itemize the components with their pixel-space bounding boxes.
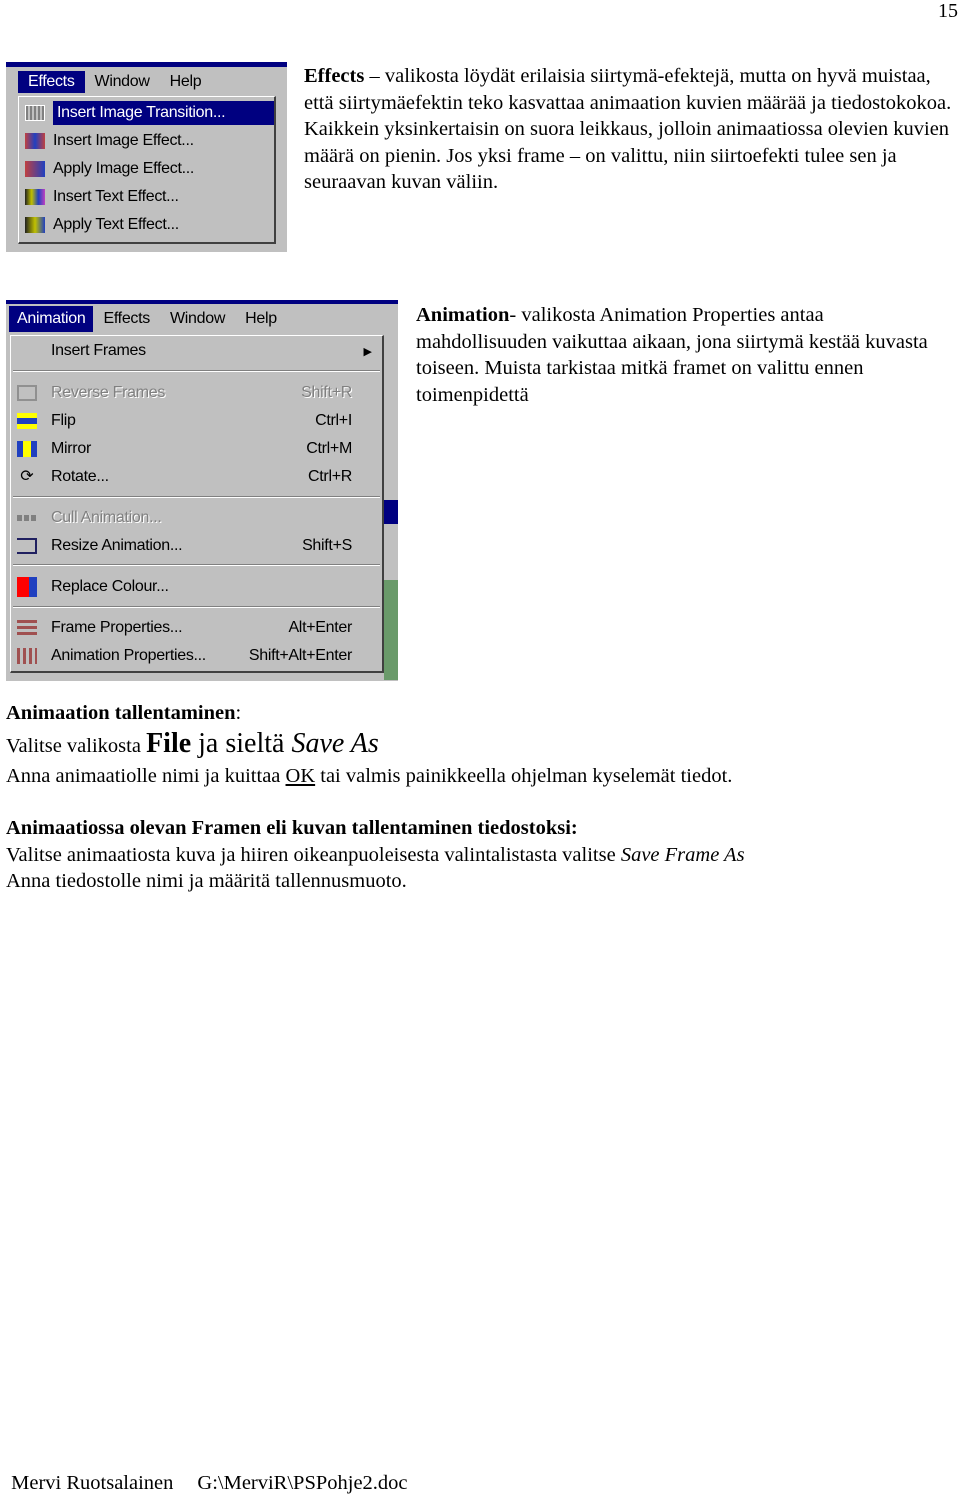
submenu-arrow-icon: ▶ bbox=[363, 345, 372, 358]
footer-author: Mervi Ruotsalainen bbox=[11, 1472, 174, 1494]
menu-help[interactable]: Help bbox=[235, 308, 287, 330]
menu-item-animation-properties[interactable]: Animation Properties... Shift+Alt+Enter bbox=[11, 642, 382, 670]
text-effect-icon bbox=[25, 189, 45, 205]
menu-item-replace-colour[interactable]: Replace Colour... bbox=[11, 573, 382, 601]
animation-properties-icon bbox=[17, 648, 37, 664]
animation-paragraph: Animation- valikosta Animation Propertie… bbox=[416, 304, 928, 406]
menu-effects[interactable]: Effects bbox=[18, 71, 85, 93]
menu-animation[interactable]: Animation bbox=[9, 306, 94, 332]
menu-help[interactable]: Help bbox=[160, 71, 212, 93]
rotate-icon: ⟳ bbox=[20, 468, 34, 485]
menu-item-frame-properties[interactable]: Frame Properties... Alt+Enter bbox=[11, 614, 382, 642]
menu-item-rotate[interactable]: ⟳ Rotate... Ctrl+R bbox=[11, 463, 382, 491]
menu-item-insert-text-effect[interactable]: Insert Text Effect... bbox=[19, 183, 274, 211]
save-section: Animaation tallentaminen: Valitse valiko… bbox=[6, 702, 733, 787]
effects-dropdown: Insert Image Transition... Insert Image … bbox=[18, 96, 276, 244]
save-heading: Animaation tallentaminen bbox=[6, 702, 236, 724]
flip-icon bbox=[17, 413, 37, 429]
frame-save-heading: Animaatiossa olevan Framen eli kuvan tal… bbox=[6, 817, 578, 839]
menu-item-mirror[interactable]: Mirror Ctrl+M bbox=[11, 435, 382, 463]
footer-path: G:\MerviR\PSPohje2.doc bbox=[197, 1472, 408, 1494]
menu-window[interactable]: Window bbox=[160, 308, 235, 330]
page-number: 15 bbox=[938, 0, 958, 22]
menu-item-insert-image-transition[interactable]: Insert Image Transition... bbox=[19, 99, 274, 127]
mirror-icon bbox=[17, 441, 37, 457]
reverse-frames-icon bbox=[17, 385, 37, 401]
menu-item-insert-frames[interactable]: Insert Frames ▶ bbox=[11, 337, 382, 365]
replace-colour-icon bbox=[17, 577, 37, 597]
menu-item-reverse-frames[interactable]: Reverse Frames Shift+R bbox=[11, 379, 382, 407]
effects-paragraph: Effects – valikosta löydät erilaisia sii… bbox=[304, 65, 952, 193]
menu-item-apply-text-effect[interactable]: Apply Text Effect... bbox=[19, 211, 274, 239]
apply-image-effect-icon bbox=[25, 161, 45, 177]
menu-item-insert-image-effect[interactable]: Insert Image Effect... bbox=[19, 127, 274, 155]
animation-dropdown: Insert Frames ▶ Reverse Frames Shift+R Fli… bbox=[10, 335, 384, 673]
menu-item-apply-image-effect[interactable]: Apply Image Effect... bbox=[19, 155, 274, 183]
image-effect-icon bbox=[25, 133, 45, 149]
menu-effects[interactable]: Effects bbox=[93, 308, 160, 330]
menu-item-cull-animation[interactable]: Cull Animation... bbox=[11, 504, 382, 532]
resize-icon bbox=[17, 538, 37, 554]
menu-item-flip[interactable]: Flip Ctrl+I bbox=[11, 407, 382, 435]
frame-save-section: Animaatiossa olevan Framen eli kuvan tal… bbox=[6, 817, 745, 892]
apply-text-effect-icon bbox=[25, 217, 45, 233]
menu-window[interactable]: Window bbox=[85, 71, 160, 93]
footer: Mervi Ruotsalainen G:\MerviR\PSPohje2.doc bbox=[6, 1449, 408, 1495]
cull-icon bbox=[17, 515, 37, 521]
transition-icon bbox=[25, 105, 45, 121]
effects-menu-screenshot: Effects Window Help Insert Image Transit… bbox=[6, 62, 287, 252]
animation-menu-screenshot: Animation Effects Window Help Insert Fra… bbox=[6, 300, 398, 681]
frame-properties-icon bbox=[17, 620, 37, 636]
menu-item-resize-animation[interactable]: Resize Animation... Shift+S bbox=[11, 532, 382, 560]
